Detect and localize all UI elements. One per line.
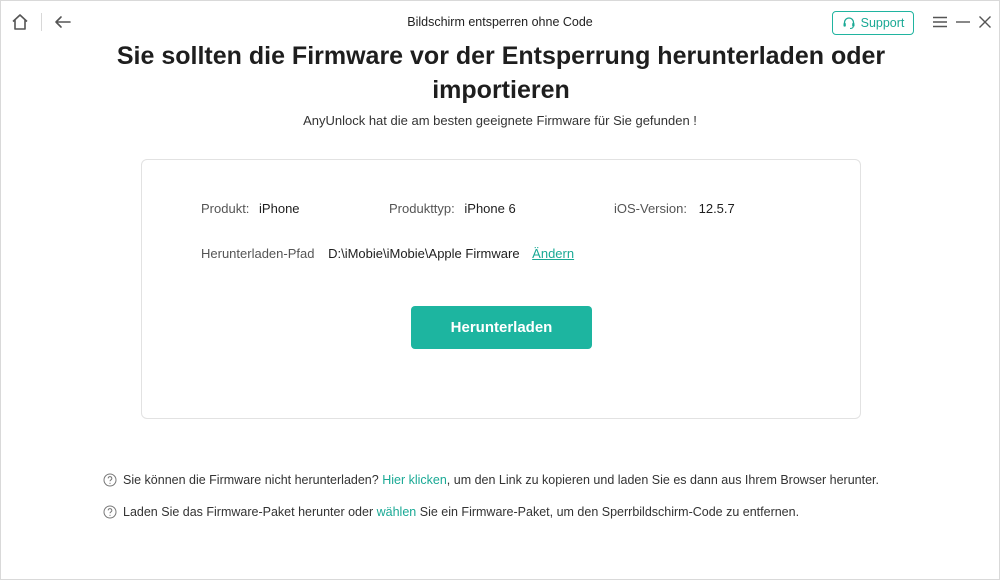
headset-icon	[843, 17, 855, 30]
product-label: Produkt:	[201, 201, 250, 216]
download-button[interactable]: Herunterladen	[411, 306, 592, 349]
hint-import-package: Laden Sie das Firmware-Paket herunter od…	[103, 505, 799, 519]
download-path-value: D:\iMobie\iMobie\Apple Firmware	[328, 246, 520, 261]
minimize-icon[interactable]	[952, 11, 974, 33]
page-title: Sie sollten die Firmware vor der Entsper…	[116, 42, 886, 104]
hint-text: , um den Link zu kopieren und laden Sie …	[446, 473, 879, 487]
product-type-info: Produkttyp: iPhone 6	[389, 201, 516, 216]
support-button[interactable]: Support	[832, 11, 914, 35]
ios-version-info: iOS-Version: 12.5.7	[614, 201, 735, 216]
question-icon	[103, 505, 117, 519]
support-label: Support	[860, 16, 905, 30]
product-info: Produkt: iPhone	[201, 201, 300, 216]
hint-text: Sie ein Firmware-Paket, um den Sperrbild…	[419, 505, 800, 519]
select-package-link[interactable]: wählen	[377, 505, 417, 519]
hint-text: Laden Sie das Firmware-Paket herunter od…	[123, 505, 374, 519]
close-icon[interactable]	[974, 11, 996, 33]
page-subtitle: AnyUnlock hat die am besten geeignete Fi…	[303, 113, 697, 128]
menu-icon[interactable]	[929, 11, 951, 33]
app-window: Bildschirm entsperren ohne Code Support …	[0, 0, 1000, 580]
product-value: iPhone	[259, 201, 300, 216]
product-type-label: Produkttyp:	[389, 201, 455, 216]
ios-version-value: 12.5.7	[698, 201, 735, 216]
question-icon	[103, 473, 117, 487]
download-path-info: Herunterladen-Pfad D:\iMobie\iMobie\Appl…	[201, 246, 574, 261]
copy-link[interactable]: Hier klicken	[382, 473, 447, 487]
product-type-value: iPhone 6	[464, 201, 516, 216]
hint-text: Sie können die Firmware nicht herunterla…	[123, 473, 379, 487]
firmware-info-card: Produkt: iPhone Produkttyp: iPhone 6 iOS…	[141, 159, 861, 419]
download-path-label: Herunterladen-Pfad	[201, 246, 315, 261]
change-path-link[interactable]: Ändern	[532, 246, 574, 261]
ios-version-label: iOS-Version:	[614, 201, 687, 216]
hint-download-failed: Sie können die Firmware nicht herunterla…	[103, 473, 879, 487]
